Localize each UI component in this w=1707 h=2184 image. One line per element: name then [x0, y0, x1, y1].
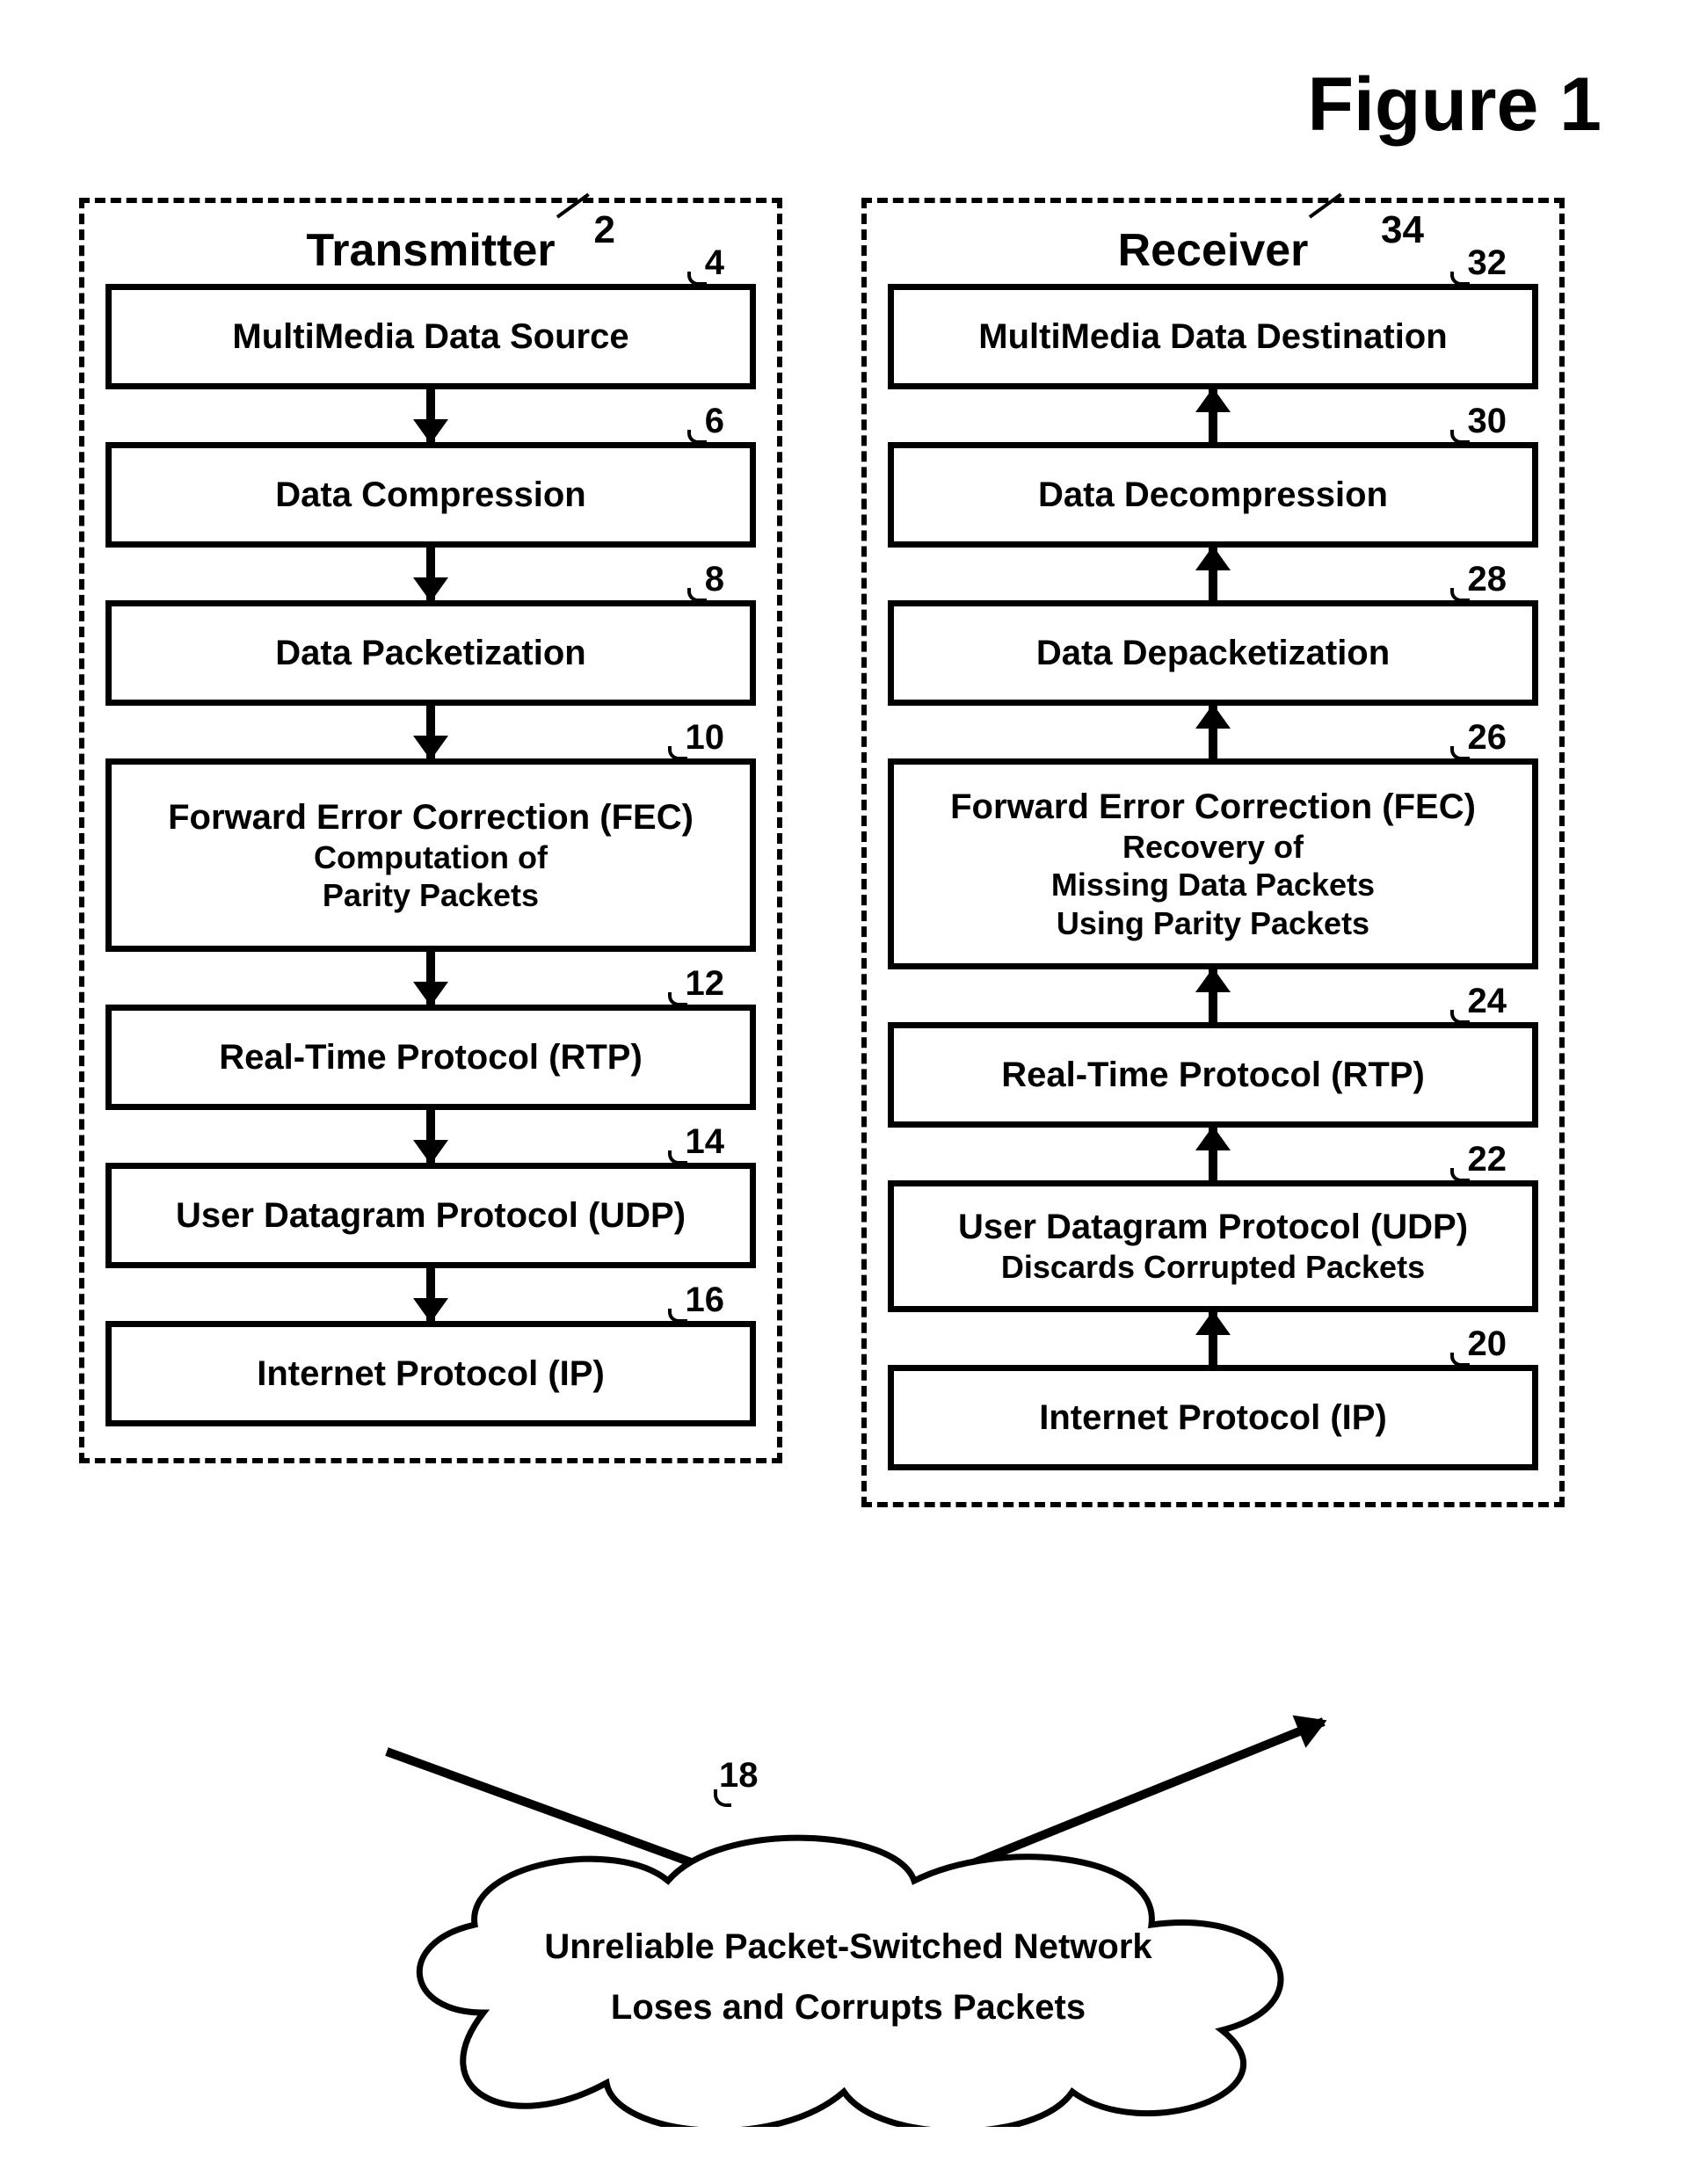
block-ref: 16 [686, 1281, 725, 1320]
arrow-up-icon [888, 548, 1538, 600]
block-ref: 10 [686, 718, 725, 758]
arrow-down-icon [105, 389, 756, 442]
block-wrap: 24 Real-Time Protocol (RTP) [888, 1022, 1538, 1128]
figure-title: Figure 1 [1307, 62, 1602, 149]
block-wrap: 8 Data Packetization [105, 600, 756, 706]
block-ref: 12 [686, 964, 725, 1004]
block-line: Data Packetization [275, 632, 585, 674]
block-wrap: 22 User Datagram Protocol (UDP) Discards… [888, 1180, 1538, 1312]
block-line: User Datagram Protocol (UDP) [176, 1194, 686, 1237]
block-udp-rx: User Datagram Protocol (UDP) Discards Co… [888, 1180, 1538, 1312]
network-cloud: Unreliable Packet-Switched Network Loses… [352, 1828, 1345, 2127]
block-line: Parity Packets [323, 876, 539, 914]
block-line: Forward Error Correction (FEC) [168, 796, 694, 838]
block-line: Real-Time Protocol (RTP) [219, 1036, 643, 1078]
block-ref: 8 [705, 560, 724, 599]
receiver-group: Receiver 34 32 MultiMedia Data Destinati… [861, 198, 1565, 1507]
arrow-up-icon [888, 1312, 1538, 1365]
block-line: Internet Protocol (IP) [1039, 1397, 1387, 1439]
block-ref: 6 [705, 402, 724, 441]
block-wrap: 10 Forward Error Correction (FEC) Comput… [105, 758, 756, 952]
transmitter-ref: 2 [594, 208, 615, 252]
arrow-down-icon [105, 952, 756, 1005]
block-line: MultiMedia Data Destination [978, 316, 1447, 358]
block-ref: 30 [1468, 402, 1507, 441]
block-line: Recovery of [1122, 828, 1304, 866]
block-line: Data Compression [275, 474, 585, 516]
block-ip-rx: Internet Protocol (IP) [888, 1365, 1538, 1470]
arrow-up-icon [888, 706, 1538, 758]
block-ref: 26 [1468, 718, 1507, 758]
transmitter-group: Transmitter 2 4 MultiMedia Data Source 6… [79, 198, 782, 1463]
arrow-down-icon [105, 1110, 756, 1163]
block-data-packetization: Data Packetization [105, 600, 756, 706]
block-multimedia-source: MultiMedia Data Source [105, 284, 756, 389]
network-ref: 18 [719, 1756, 759, 1796]
block-line: MultiMedia Data Source [232, 316, 628, 358]
block-wrap: 6 Data Compression [105, 442, 756, 548]
block-line: User Datagram Protocol (UDP) [958, 1206, 1468, 1248]
network-line1: Unreliable Packet-Switched Network [544, 1927, 1151, 1967]
block-ref: 24 [1468, 982, 1507, 1021]
transmitter-title: Transmitter 2 [105, 224, 756, 277]
block-ref: 4 [705, 243, 724, 283]
block-line: Missing Data Packets [1051, 866, 1375, 903]
block-wrap: 32 MultiMedia Data Destination [888, 284, 1538, 389]
block-line: Forward Error Correction (FEC) [950, 786, 1476, 828]
arrow-down-icon [105, 548, 756, 600]
block-line: Data Depacketization [1036, 632, 1390, 674]
receiver-title: Receiver 34 [888, 224, 1538, 277]
block-data-compression: Data Compression [105, 442, 756, 548]
block-wrap: 26 Forward Error Correction (FEC) Recove… [888, 758, 1538, 969]
arrow-up-icon [888, 389, 1538, 442]
block-wrap: 4 MultiMedia Data Source [105, 284, 756, 389]
block-ref: 28 [1468, 560, 1507, 599]
block-wrap: 28 Data Depacketization [888, 600, 1538, 706]
block-line: Data Decompression [1038, 474, 1388, 516]
block-line: Discards Corrupted Packets [1001, 1248, 1425, 1286]
arrow-down-icon [105, 1268, 756, 1321]
block-rtp: Real-Time Protocol (RTP) [105, 1005, 756, 1110]
block-wrap: 16 Internet Protocol (IP) [105, 1321, 756, 1426]
block-ip: Internet Protocol (IP) [105, 1321, 756, 1426]
block-fec-compute: Forward Error Correction (FEC) Computati… [105, 758, 756, 952]
block-line: Real-Time Protocol (RTP) [1001, 1054, 1425, 1096]
block-multimedia-destination: MultiMedia Data Destination [888, 284, 1538, 389]
block-line: Internet Protocol (IP) [257, 1353, 605, 1395]
block-data-decompression: Data Decompression [888, 442, 1538, 548]
arrow-down-icon [105, 706, 756, 758]
block-ref: 32 [1468, 243, 1507, 283]
network-line2: Loses and Corrupts Packets [611, 1988, 1086, 2028]
block-wrap: 20 Internet Protocol (IP) [888, 1365, 1538, 1470]
block-ref: 22 [1468, 1140, 1507, 1179]
arrow-up-icon [888, 1128, 1538, 1180]
block-wrap: 30 Data Decompression [888, 442, 1538, 548]
receiver-ref: 34 [1381, 208, 1424, 252]
block-wrap: 14 User Datagram Protocol (UDP) [105, 1163, 756, 1268]
block-wrap: 12 Real-Time Protocol (RTP) [105, 1005, 756, 1110]
block-rtp-rx: Real-Time Protocol (RTP) [888, 1022, 1538, 1128]
block-ref: 14 [686, 1122, 725, 1162]
arrow-up-icon [888, 969, 1538, 1022]
block-line: Computation of [314, 838, 548, 876]
block-fec-recover: Forward Error Correction (FEC) Recovery … [888, 758, 1538, 969]
block-udp: User Datagram Protocol (UDP) [105, 1163, 756, 1268]
block-line: Using Parity Packets [1057, 904, 1369, 942]
block-ref: 20 [1468, 1324, 1507, 1364]
block-data-depacketization: Data Depacketization [888, 600, 1538, 706]
